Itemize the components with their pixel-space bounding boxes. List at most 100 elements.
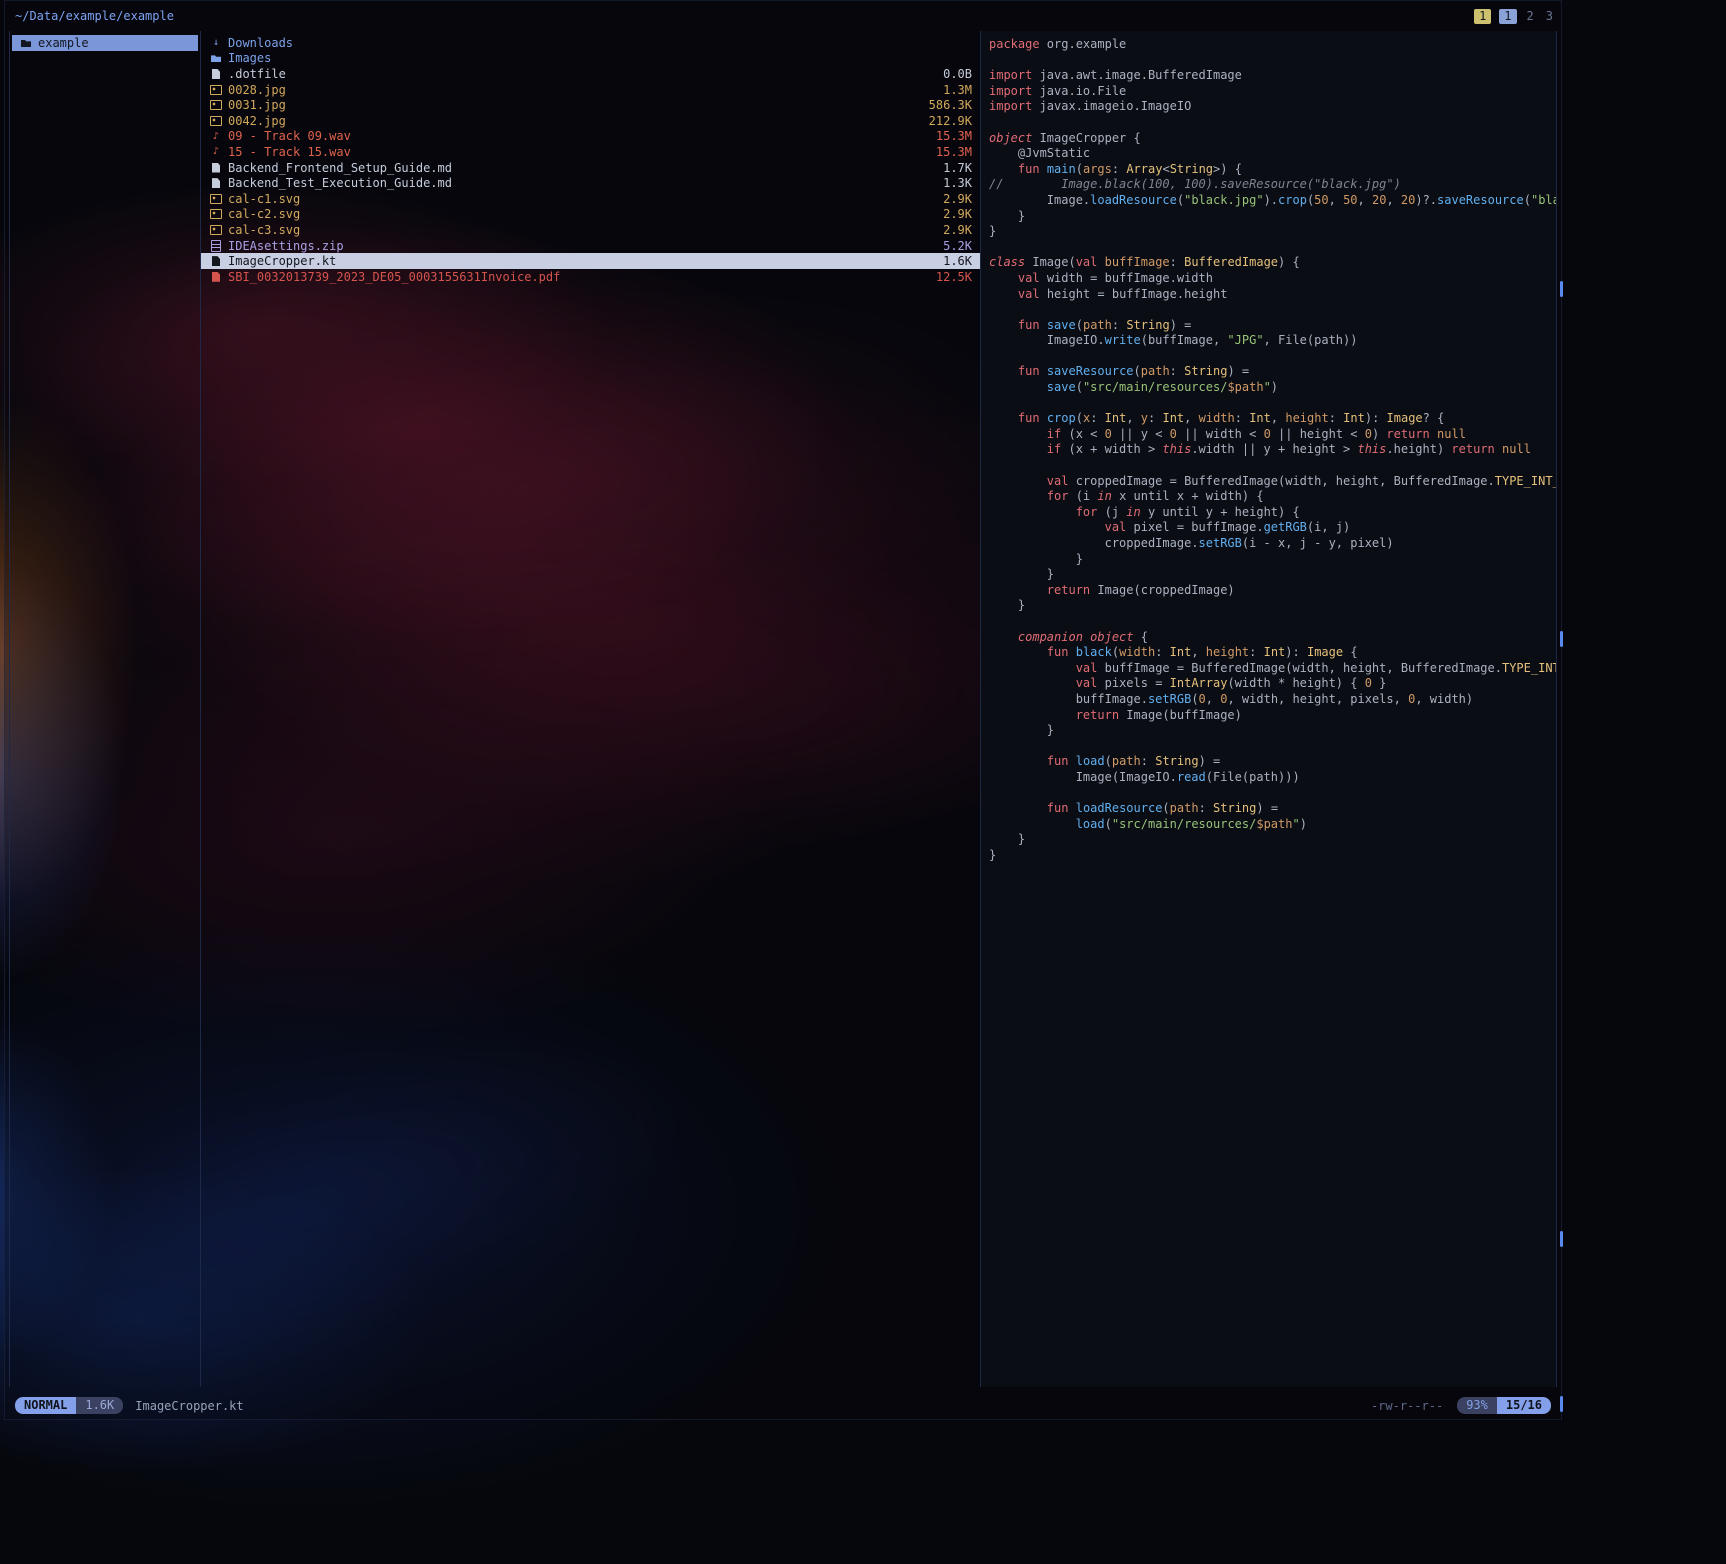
file-row[interactable]: IDEAsettings.zip5.2K [201, 238, 980, 254]
tab-3[interactable]: 2 [1525, 9, 1536, 24]
window-edge-accent [1560, 281, 1563, 297]
status-bar: NORMAL 1.6K ImageCropper.kt -rw-r--r-- 9… [15, 1397, 1551, 1414]
file-name: 0028.jpg [228, 83, 935, 97]
code-line: return Image(buffImage) [989, 708, 1556, 724]
code-line: fun load(path: String) = [989, 754, 1556, 770]
file-size-badge: 1.6K [76, 1397, 123, 1414]
code-line: } [989, 598, 1556, 614]
pdf-icon [209, 271, 223, 283]
file-row[interactable]: Images [201, 51, 980, 67]
image-icon [209, 208, 223, 220]
file-name: IDEAsettings.zip [228, 239, 935, 253]
audio-icon: ♪ [209, 130, 223, 142]
image-icon [209, 193, 223, 205]
code-line: fun main(args: Array<String>) { [989, 162, 1556, 178]
tab-2[interactable]: 1 [1499, 9, 1516, 24]
file-row[interactable]: .dotfile0.0B [201, 66, 980, 82]
file-row[interactable]: Backend_Frontend_Setup_Guide.md 1.7K [201, 160, 980, 176]
image-icon [209, 115, 223, 127]
file-row[interactable]: ↓Downloads [201, 35, 980, 51]
code-line: } [989, 723, 1556, 739]
code-line [989, 302, 1556, 318]
file-row[interactable]: ♪ 09 - Track 09.wav 15.3M [201, 129, 980, 145]
file-name: 0031.jpg [228, 98, 921, 112]
file-size: 1.7K [943, 161, 972, 175]
file-row[interactable]: Backend_Test_Execution_Guide.md1.3K [201, 175, 980, 191]
file-size: 12.5K [936, 270, 972, 284]
code-line: fun crop(x: Int, y: Int, width: Int, hei… [989, 411, 1556, 427]
tab-4[interactable]: 3 [1544, 9, 1555, 24]
image-icon [209, 84, 223, 96]
code-line [989, 115, 1556, 131]
pane-container: example ↓DownloadsImages.dotfile0.0B0028… [9, 31, 1557, 1387]
kotlin-file-icon [209, 255, 223, 267]
status-bar-right: -rw-r--r-- 93% 15/16 [1371, 1397, 1551, 1414]
code-line: val width = buffImage.width [989, 271, 1556, 287]
audio-icon: ♪ [209, 146, 223, 158]
file-name: 15 - Track 15.wav [228, 145, 928, 159]
file-size: 1.6K [943, 254, 972, 268]
file-size: 586.3K [929, 98, 972, 112]
file-size: 1.3K [943, 176, 972, 190]
code-line: } [989, 224, 1556, 240]
file-name: cal-c1.svg [228, 192, 935, 206]
code-line: val buffImage = BufferedImage(width, hei… [989, 661, 1556, 677]
preview-pane[interactable]: package org.example import java.awt.imag… [981, 31, 1557, 1387]
status-bar-left: NORMAL 1.6K ImageCropper.kt [15, 1397, 244, 1414]
code-line: if (x + width > this.width || y + height… [989, 442, 1556, 458]
code-line: val height = buffImage.height [989, 287, 1556, 303]
mode-indicator: NORMAL [15, 1397, 76, 1414]
file-row[interactable]: cal-c3.svg 2.9K [201, 222, 980, 238]
code-line: save("src/main/resources/$path") [989, 380, 1556, 396]
file-row[interactable]: ImageCropper.kt1.6K [201, 253, 980, 269]
screen: ~/Data/example/example 1123 example ↓Dow… [0, 0, 1726, 1564]
breadcrumb-path[interactable]: ~/Data/example/example [15, 9, 174, 23]
file-permissions: -rw-r--r-- [1371, 1399, 1443, 1413]
file-size: 2.9K [943, 192, 972, 206]
code-line: } [989, 209, 1556, 225]
header-bar: ~/Data/example/example 1123 [15, 6, 1555, 26]
parent-dir-item[interactable]: example [12, 35, 198, 51]
file-size: 1.3M [943, 83, 972, 97]
file-row[interactable]: 0028.jpg 1.3M [201, 82, 980, 98]
status-filename: ImageCropper.kt [135, 1399, 243, 1413]
code-line: fun save(path: String) = [989, 318, 1556, 334]
file-row[interactable]: 0042.jpg 212.9K [201, 113, 980, 129]
file-list-pane: ↓DownloadsImages.dotfile0.0B0028.jpg 1.3M… [201, 31, 981, 1387]
file-row[interactable]: 0031.jpg 586.3K [201, 97, 980, 113]
code-line: for (j in y until y + height) { [989, 505, 1556, 521]
code-line: companion object { [989, 630, 1556, 646]
file-size: 2.9K [943, 223, 972, 237]
image-icon [209, 224, 223, 236]
file-size: 212.9K [929, 114, 972, 128]
code-line: import java.awt.image.BufferedImage [989, 68, 1556, 84]
file-name: Backend_Frontend_Setup_Guide.md [228, 161, 935, 175]
file-name: Images [228, 51, 964, 65]
code-line: } [989, 832, 1556, 848]
file-size: 15.3M [936, 145, 972, 159]
file-name: 09 - Track 09.wav [228, 129, 928, 143]
tab-1[interactable]: 1 [1474, 9, 1491, 24]
code-line: import java.io.File [989, 84, 1556, 100]
file-name: cal-c3.svg [228, 223, 935, 237]
code-line: } [989, 848, 1556, 864]
code-line [989, 396, 1556, 412]
terminal-window: ~/Data/example/example 1123 example ↓Dow… [4, 0, 1562, 1420]
code-line [989, 614, 1556, 630]
code-line [989, 349, 1556, 365]
file-name: .dotfile [228, 67, 935, 81]
download-icon: ↓ [209, 37, 223, 49]
code-line: if (x < 0 || y < 0 || width < 0 || heigh… [989, 427, 1556, 443]
folder-icon [209, 52, 223, 64]
file-name: 0042.jpg [228, 114, 921, 128]
file-row[interactable]: SBI_0032013739_2023_DE05_0003155631Invoi… [201, 269, 980, 285]
file-row[interactable]: ♪ 15 - Track 15.wav 15.3M [201, 144, 980, 160]
file-row[interactable]: cal-c1.svg 2.9K [201, 191, 980, 207]
code-line: object ImageCropper { [989, 131, 1556, 147]
file-size: 15.3M [936, 129, 972, 143]
window-edge-accent [1560, 631, 1563, 647]
file-row[interactable]: cal-c2.svg2.9K [201, 207, 980, 223]
code-line: val pixel = buffImage.getRGB(i, j) [989, 520, 1556, 536]
code-line [989, 240, 1556, 256]
code-line [989, 786, 1556, 802]
